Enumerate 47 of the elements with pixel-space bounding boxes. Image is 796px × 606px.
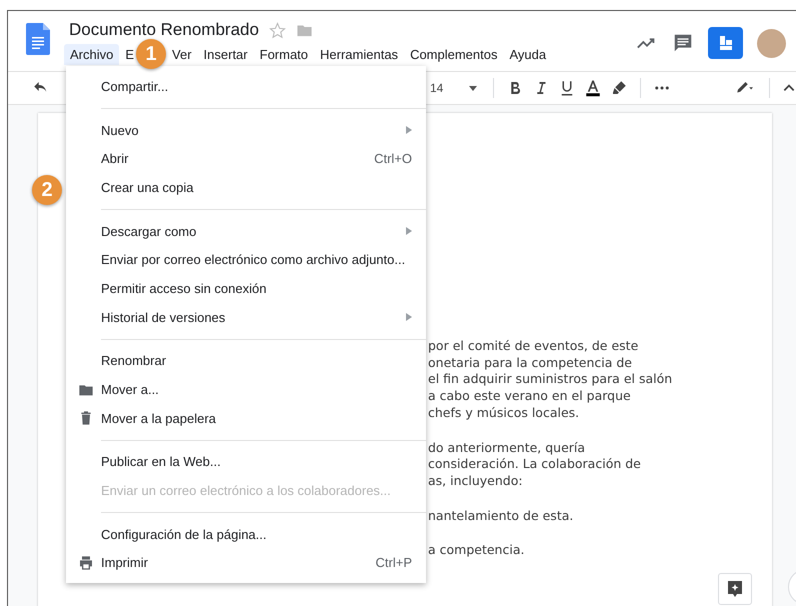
document-text: consideración. La colaboración de [428,456,642,473]
menu-item[interactable]: Herramientas [314,44,404,65]
share-icon [718,35,734,51]
step-callout: 1 [136,39,166,69]
menu-item[interactable]: Ayuda [504,44,552,65]
share-button[interactable] [708,27,743,59]
font-size-dropdown[interactable]: 14 [426,79,482,97]
star-icon[interactable] [268,22,286,38]
menu-option[interactable]: Abrir Ctrl+O [66,144,426,174]
document-text: a cabo este verano en el parque [428,388,632,405]
menu-item[interactable]: Formato [254,44,314,65]
document-text: el fin adquirir suministros para el salón [428,371,674,388]
shortcut-text: Ctrl+P [376,555,412,570]
menu-option[interactable]: Historial de versiones [66,302,426,332]
document-text: nantelamiento de esta. [428,508,574,524]
menu-option[interactable]: Mover a... [66,375,426,404]
menu-item[interactable]: Insertar [198,44,254,65]
menu-item[interactable]: Archivo [64,44,120,65]
menu-option[interactable]: Descargar como [66,216,426,246]
menu-option[interactable]: Configuración de la página... [66,520,426,549]
document-text: onetaria para la competencia de [428,354,633,372]
document-text: as, incluyendo: [428,472,524,490]
document-title[interactable]: Documento Renombrado [69,20,259,40]
document-text: do anteriormente, quería [428,440,586,456]
menu-option[interactable]: Permitir acceso sin conexión [66,274,426,303]
caret-down-icon [469,86,478,90]
document-text: chefs y músicos locales. [428,404,580,422]
document-text: por el comité de eventos, de este [428,338,640,355]
menu-option[interactable]: Renombrar [66,346,426,376]
menu-item[interactable]: Complementos [404,44,504,65]
menu-option[interactable]: Enviar por correo electrónico como archivo adjunto... [66,245,426,274]
menu-option[interactable]: Publicar en la Web... [66,448,426,476]
shortcut-text: Ctrl+O [374,151,412,166]
text-color-icon[interactable] [584,79,602,97]
menu-option[interactable]: Compartir... [66,72,426,101]
comment-icon[interactable] [672,32,694,54]
document-text: a competencia. [428,542,526,560]
menu-option[interactable]: Imprimir Ctrl+P [66,548,426,578]
printer-icon [78,554,94,571]
sparkle-icon [727,580,743,598]
menu-option[interactable]: Crear una copia [66,173,426,202]
menu-option[interactable]: Mover a la papelera [66,404,426,433]
menu-option[interactable]: Nuevo [66,116,426,144]
menu-item[interactable]: Ver [166,44,198,65]
document-logo-icon[interactable] [26,23,50,55]
highlighter-icon[interactable] [610,79,628,97]
explore-button[interactable] [718,573,752,605]
